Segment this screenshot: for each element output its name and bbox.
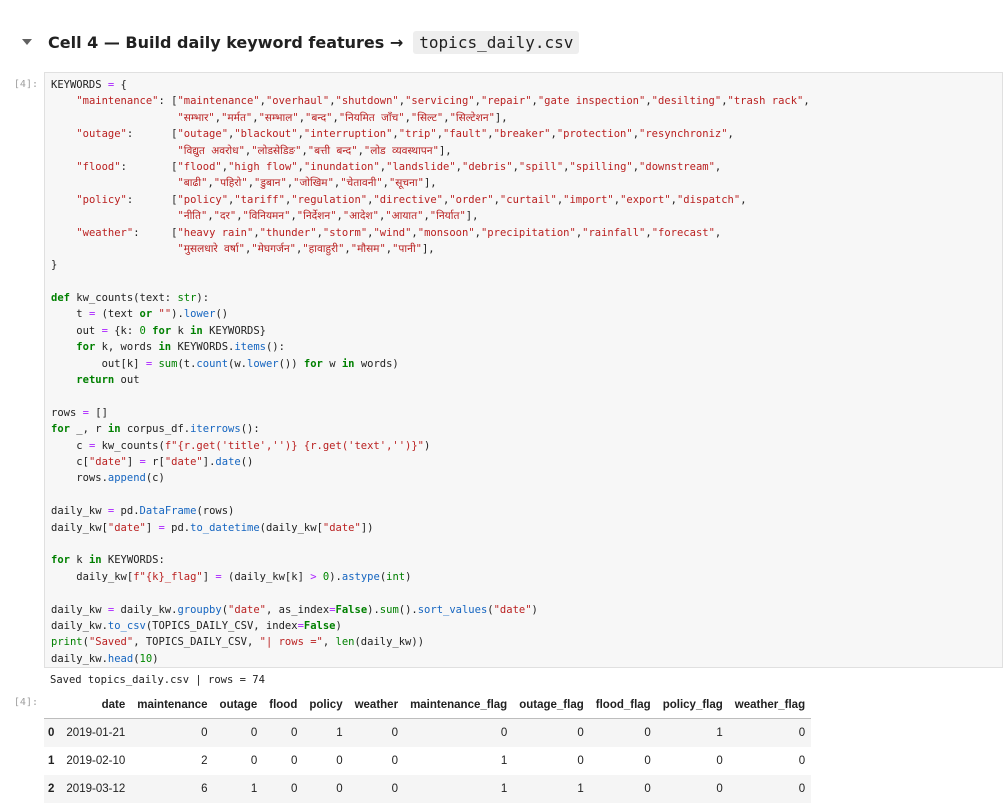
table-cell: 2019-01-21 [66, 727, 126, 739]
column-header: policy [303, 692, 349, 719]
row-index: 0 [48, 727, 55, 739]
table-cell: 1 [716, 727, 723, 739]
column-header: policy_flag [656, 692, 729, 719]
table-cell: 1 [577, 783, 584, 795]
index-header [44, 692, 61, 719]
code-line: daily_kw = daily_kw.groupby("date", as_i… [51, 603, 538, 616]
table-cell: 0 [644, 783, 651, 795]
code-line: KEYWORDS = { [51, 79, 127, 91]
code-line: c = kw_counts(f"{r.get('title','')} {r.g… [51, 439, 431, 452]
code-line: "विद्युत अवरोध","लोडसेडिङ","बत्ती बन्द",… [177, 144, 452, 157]
column-header: outage_flag [513, 692, 590, 719]
code-line: ​ [51, 388, 810, 404]
code-cell-editor[interactable]: KEYWORDS = { "maintenance": ["maintenanc… [44, 72, 1003, 668]
code-line: "weather": ["heavy rain","thunder","stor… [76, 226, 722, 239]
code-line: "मुसलधारे वर्षा","मेघगर्जन","हावाहुरी","… [177, 242, 435, 255]
table-cell: 0 [391, 755, 399, 767]
table-cell: 0 [336, 755, 343, 767]
table-cell: 0 [798, 755, 806, 767]
code-line: return out [76, 374, 140, 387]
table-row: 2 2019-03-12 6 1 0 0 0 1 1 0 0 0 [44, 775, 812, 803]
table-cell: 0 [577, 755, 584, 767]
code-line: "maintenance": ["maintenance","overhaul"… [76, 95, 810, 108]
code-line: ​ [51, 274, 810, 290]
code-line: rows.append(c) [51, 472, 165, 485]
table-cell: 0 [716, 783, 723, 795]
table-row: 0 2019-01-21 0 0 0 1 0 0 0 0 1 0 [44, 718, 812, 747]
cell-heading-text: Cell 4 — Build daily keyword features → [48, 32, 404, 52]
code-line: def kw_counts(text: str): [51, 292, 210, 305]
table-cell: 0 [250, 727, 258, 739]
table-cell: 0 [644, 727, 651, 739]
table-cell: 2 [201, 755, 208, 767]
column-header: outage [213, 692, 264, 719]
code-line: "सम्भार","मर्मत","सम्भाल","बन्द","नियमित… [177, 111, 508, 124]
code-line: ​ [51, 585, 810, 601]
table-cell: 0 [391, 783, 399, 795]
code-line: for k, words in KEYWORDS.items(): [76, 341, 285, 354]
column-header: maintenance [131, 692, 214, 719]
table-row: 1 2019-02-10 2 0 0 0 0 1 0 0 0 0 [44, 747, 811, 775]
code-line: daily_kw[f"{k}_flag"] = (daily_kw[k] > 0… [51, 570, 412, 583]
code-line: print("Saved", TOPICS_DAILY_CSV, "| rows… [51, 636, 425, 649]
code-line: for _, r in corpus_df.iterrows(): [51, 423, 260, 436]
code-line: rows = [] [51, 406, 108, 419]
code-line: "outage": ["outage","blackout","interrup… [76, 128, 734, 141]
stdout-output: Saved topics_daily.csv | rows = 74 [50, 674, 265, 686]
table-cell: 0 [500, 727, 508, 739]
table-cell: 0 [290, 727, 298, 739]
code-line: "बाढी","पहिरो","डुबान","जोखिम","चेतावनी"… [177, 177, 437, 190]
code-line: ​ [51, 536, 810, 552]
code-line: ​ [51, 487, 810, 503]
table-cell: 1 [500, 783, 508, 795]
table-cell: 0 [391, 727, 399, 739]
table-header-row: date maintenance outage flood policy weather m… [44, 692, 812, 719]
table-cell: 0 [644, 755, 651, 767]
code-line: "नीति","दर","विनियमन","निर्देशन","आदेश",… [177, 210, 479, 223]
row-index: 1 [48, 755, 55, 767]
code-line: t = (text or "").lower() [51, 308, 229, 321]
code-block: KEYWORDS = { "maintenance": ["maintenanc… [51, 77, 810, 667]
code-line: daily_kw["date"] = pd.to_datetime(daily_… [51, 521, 374, 534]
table-cell: 0 [577, 727, 584, 739]
column-header: flood [263, 692, 304, 719]
table-cell: 1 [250, 783, 258, 795]
cell-heading-code: topics_daily.csv [413, 30, 580, 54]
table-cell: 0 [716, 755, 723, 767]
column-header: weather_flag [728, 692, 812, 719]
output-prompt: [4]: [13, 697, 38, 708]
table-cell: 2019-02-10 [66, 755, 126, 767]
column-header: flood_flag [589, 692, 657, 719]
code-line: daily_kw.to_csv(TOPICS_DAILY_CSV, index=… [51, 619, 342, 632]
table-cell: 0 [290, 783, 298, 795]
column-header: weather [348, 692, 405, 719]
code-line: "flood": ["flood","high flow","inundatio… [76, 160, 722, 173]
table-cell: 0 [336, 783, 343, 795]
code-line: out[k] = sum(t.count(w.lower()) for w in… [51, 357, 399, 370]
code-line: daily_kw = pd.DataFrame(rows) [51, 505, 235, 518]
table-cell: 0 [290, 755, 298, 767]
cell-heading: Cell 4 — Build daily keyword features → … [22, 28, 580, 56]
table-cell: 0 [798, 783, 806, 795]
table-cell: 2019-03-12 [66, 783, 126, 795]
column-header: date [60, 692, 132, 719]
input-prompt: [4]: [13, 79, 38, 90]
code-line: daily_kw.head(10) [51, 652, 159, 665]
code-line: "policy": ["policy","tariff","regulation… [76, 193, 747, 206]
table-cell: 1 [500, 755, 508, 767]
table-cell: 0 [201, 727, 208, 739]
dataframe-output: date maintenance outage flood policy weather m… [44, 692, 812, 803]
code-line: c["date"] = r["date"].date() [51, 455, 254, 468]
code-line: out = {k: 0 for k in KEYWORDS} [51, 324, 266, 337]
table-cell: 0 [250, 755, 258, 767]
code-line: } [51, 259, 58, 272]
table-cell: 0 [798, 727, 806, 739]
table-cell: 6 [201, 783, 208, 795]
row-index: 2 [48, 783, 55, 795]
table-cell: 1 [336, 727, 343, 739]
column-header: maintenance_flag [404, 692, 514, 719]
collapse-caret-icon[interactable] [22, 39, 32, 45]
code-line: for k in KEYWORDS: [51, 554, 165, 567]
